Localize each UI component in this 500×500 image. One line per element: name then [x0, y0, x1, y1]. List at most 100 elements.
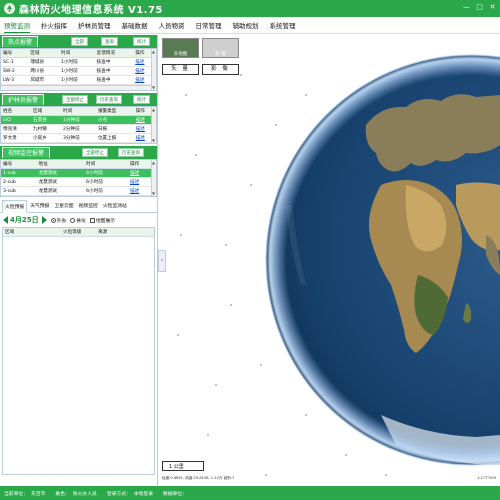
- checkbox-icon: [89, 217, 95, 223]
- hotspot-query-button[interactable]: 查询: [101, 37, 118, 46]
- prev-day-arrow-icon[interactable]: [3, 216, 8, 224]
- radio-dot-icon: [70, 217, 76, 223]
- hotspot-all-button[interactable]: 全部: [71, 37, 88, 46]
- cell-feedback: 核查中: [94, 75, 134, 85]
- describe-link[interactable]: 描述: [130, 189, 139, 194]
- cell-alarm-type: 火点: [95, 115, 134, 125]
- column-header[interactable]: 编号: [1, 49, 29, 58]
- describe-link[interactable]: 描述: [135, 78, 144, 83]
- menu-fire-command[interactable]: 扑火指挥: [41, 18, 67, 32]
- tab-fire-forecast[interactable]: 火险预报: [2, 200, 28, 213]
- menu-basic-data[interactable]: 基础数据: [122, 18, 148, 32]
- radio-outer-province[interactable]: 外省: [50, 217, 66, 224]
- column-header[interactable]: 时间: [84, 160, 128, 169]
- table-row[interactable]: SW-2 两川县 1小时前 核查中 描述: [1, 66, 156, 76]
- status-region-label: 数据单位：: [163, 491, 188, 497]
- globe-map-view[interactable]: [166, 35, 500, 486]
- column-header[interactable]: 火险等级: [61, 228, 96, 237]
- column-header[interactable]: 时间: [61, 107, 96, 116]
- describe-link[interactable]: 描述: [135, 60, 144, 65]
- left-panel: 热点报警 全部 查询 统计 编号 区域 时间 反馈情况 操作 SC-1 瑞城县 …: [0, 35, 158, 486]
- column-header[interactable]: 区域: [31, 107, 61, 116]
- cell-time: 6小时前: [84, 177, 128, 187]
- cell-feedback: 核查中: [94, 57, 134, 67]
- video-history-button[interactable]: 历史查询: [118, 148, 144, 157]
- table-row[interactable]: EIO 石景县 1分钟前 火点 描述: [1, 115, 156, 125]
- minimize-button[interactable]: —: [462, 3, 471, 12]
- date-label: 4月25日: [10, 216, 39, 224]
- vertical-scrollbar[interactable]: [151, 160, 156, 196]
- next-day-arrow-icon[interactable]: [41, 216, 47, 224]
- table-row[interactable]: 2-sub 龙慧测试 6小时前 描述: [1, 177, 156, 187]
- cell-region: 两川县: [28, 66, 59, 76]
- table-row[interactable]: SC-1 瑞城县 1小时前 核查中 描述: [1, 57, 156, 67]
- column-header[interactable]: 反馈情况: [94, 49, 134, 58]
- ranger-stats-button[interactable]: 统计: [133, 95, 150, 104]
- close-button[interactable]: ✕: [488, 3, 497, 12]
- column-header[interactable]: 地址: [36, 160, 85, 169]
- tab-fire-station[interactable]: 火险监测站: [101, 200, 129, 212]
- describe-link[interactable]: 描述: [135, 69, 144, 74]
- cell-alarm-type: 日报: [95, 124, 134, 134]
- image-button[interactable]: 影 像: [202, 64, 239, 75]
- menu-warning-monitor[interactable]: 预警监测: [4, 18, 30, 33]
- column-header[interactable]: 来源: [96, 228, 154, 237]
- date-row: 4月25日 外省 县份 地图展示: [0, 213, 157, 227]
- basemap-vector-thumbnail[interactable]: 天地图: [162, 38, 199, 58]
- menu-personnel-supplies[interactable]: 人员物资: [159, 18, 185, 32]
- vertical-scrollbar[interactable]: [151, 49, 156, 90]
- radio-county[interactable]: 县份: [70, 217, 86, 224]
- menu-ranger-management[interactable]: 护林员管理: [78, 18, 111, 32]
- describe-link[interactable]: 描述: [130, 180, 139, 185]
- tab-video-monitor[interactable]: 视频监控: [77, 200, 100, 212]
- column-header[interactable]: 编号: [1, 160, 37, 169]
- column-header[interactable]: 区域: [28, 49, 59, 58]
- table-row[interactable]: LW-3 凤城市 1小时前 核查中 描述: [1, 75, 156, 85]
- scale-readout: 1:277°000: [476, 476, 496, 480]
- vector-button[interactable]: 矢 量: [162, 64, 199, 75]
- column-header[interactable]: 区域: [3, 228, 61, 237]
- cell-time: 6小时前: [84, 186, 128, 196]
- tab-weather-forecast[interactable]: 天气预报: [28, 200, 51, 212]
- tab-video-alarm[interactable]: 视频监控报警: [2, 147, 51, 158]
- menu-daily-management[interactable]: 日常管理: [196, 18, 222, 32]
- table-row[interactable]: 3-sub 龙慧测试 6小时前 描述: [1, 186, 156, 196]
- column-header[interactable]: 时间: [58, 49, 95, 58]
- status-role: 防火办人员: [72, 491, 97, 497]
- tab-ranger-alarm[interactable]: 护林员报警: [2, 94, 45, 105]
- video-stop-all-button[interactable]: 全部停止: [82, 148, 108, 157]
- menu-auxiliary-planning[interactable]: 辅助规划: [233, 18, 259, 32]
- maximize-button[interactable]: □: [475, 3, 484, 12]
- thumbnail-label: 天地图: [173, 52, 188, 57]
- horizontal-scrollbar[interactable]: [1, 85, 156, 90]
- status-bar: 当前单位： 东吉市 角色： 防火办人员 登录方式： 本地登录 数据单位：: [0, 486, 500, 500]
- tab-satellite-cloud[interactable]: 卫星云图: [52, 200, 75, 212]
- menu-system-management[interactable]: 系统管理: [270, 18, 296, 32]
- coordinate-readout: 经度:0.6891, 纬度:29.8158, 1:10万 级别:7: [162, 476, 235, 480]
- column-header[interactable]: 报警类型: [95, 107, 134, 116]
- cell-time: 1小时前: [58, 75, 95, 85]
- cell-name: 傅兆清: [1, 124, 31, 134]
- tab-hotspot-alarm[interactable]: 热点报警: [2, 36, 39, 47]
- cell-address: 龙慧测试: [36, 168, 85, 178]
- describe-link[interactable]: 描述: [136, 136, 145, 141]
- describe-link[interactable]: 描述: [136, 118, 145, 123]
- describe-link[interactable]: 描述: [130, 171, 139, 176]
- cell-region: 瑞城县: [28, 57, 59, 67]
- ranger-history-button[interactable]: 历史查询: [96, 95, 122, 104]
- map-display-checkbox[interactable]: 地图展示: [89, 217, 115, 224]
- cell-region: 石景县: [31, 115, 61, 125]
- cell-id: SW-2: [1, 66, 29, 76]
- cell-time: 2分钟前: [61, 124, 96, 134]
- main-menu: 预警监测 扑火指挥 护林员管理 基础数据 人员物资 日常管理 辅助规划 系统管理: [0, 17, 500, 34]
- hotspot-stats-button[interactable]: 统计: [133, 37, 150, 46]
- column-header[interactable]: 姓名: [1, 107, 31, 116]
- collapse-panel-handle[interactable]: ‹: [158, 250, 166, 272]
- vertical-scrollbar[interactable]: [151, 107, 156, 143]
- table-row[interactable]: 1-sub 龙慧测试 6小时前 描述: [1, 168, 156, 178]
- describe-link[interactable]: 描述: [136, 127, 145, 132]
- ranger-stop-all-button[interactable]: 全部停止: [62, 95, 88, 104]
- table-row[interactable]: 罗文贵 小岗乡 3分钟前 位置上报 描述: [1, 133, 156, 143]
- basemap-image-thumbnail[interactable]: 影 像: [202, 38, 239, 58]
- table-row[interactable]: 傅兆清 九村镇 2分钟前 日报 描述: [1, 124, 156, 134]
